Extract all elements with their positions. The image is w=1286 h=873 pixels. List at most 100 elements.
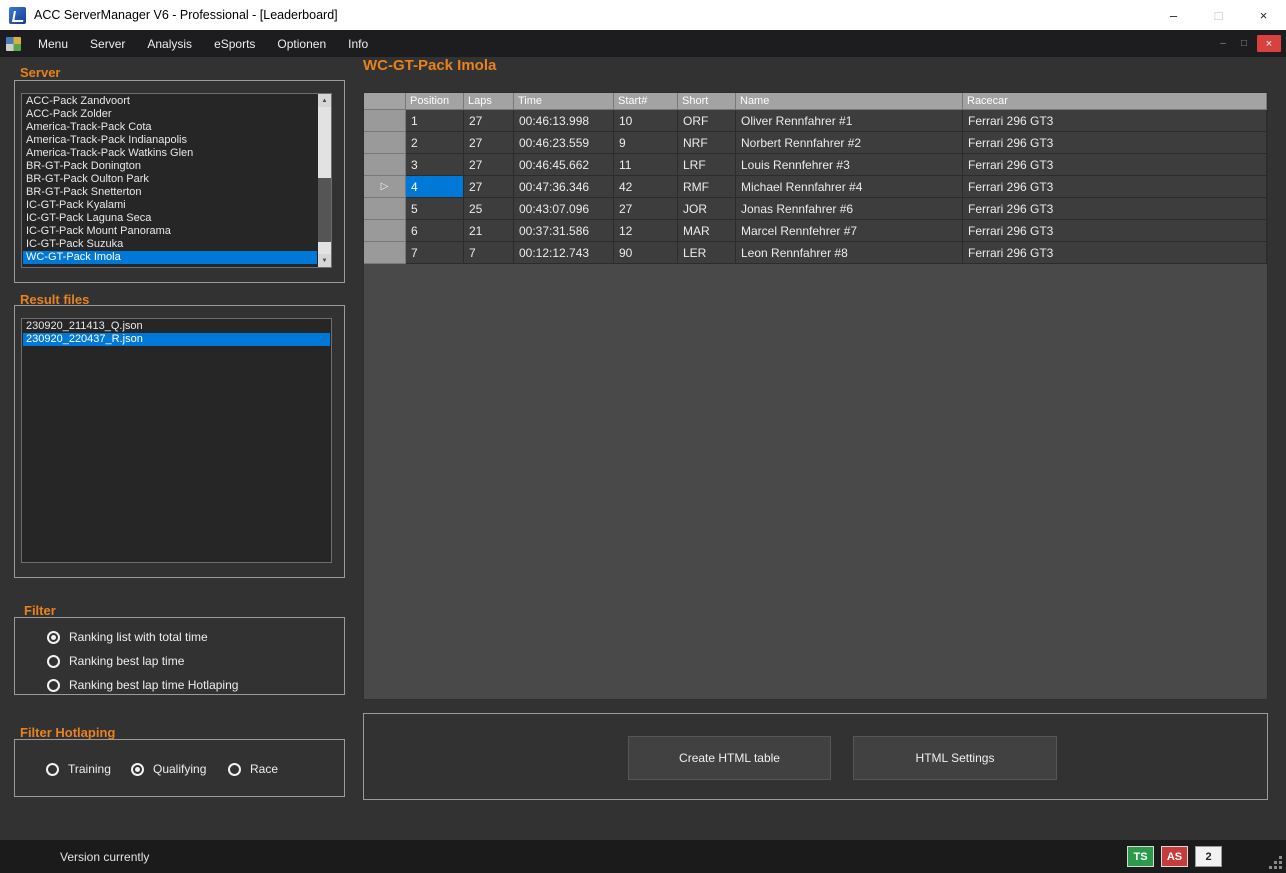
grid-cell[interactable]: LRF xyxy=(678,154,736,176)
html-settings-button[interactable]: HTML Settings xyxy=(853,736,1057,780)
grid-cell[interactable]: Ferrari 296 GT3 xyxy=(963,132,1267,154)
row-header[interactable] xyxy=(364,220,406,242)
server-item-ic-gt-pack-mount-panorama[interactable]: IC-GT-Pack Mount Panorama xyxy=(23,225,317,238)
grid-cell[interactable]: 27 xyxy=(464,176,514,198)
server-list-scrollbar[interactable]: ▲ ▼ xyxy=(318,94,331,267)
grid-cell[interactable]: 90 xyxy=(614,242,678,264)
grid-cell[interactable]: 00:46:13.998 xyxy=(514,110,614,132)
grid-cell[interactable]: 00:12:12.743 xyxy=(514,242,614,264)
grid-cell[interactable]: 6 xyxy=(406,220,464,242)
grid-cell[interactable]: 9 xyxy=(614,132,678,154)
server-item-ic-gt-pack-suzuka[interactable]: IC-GT-Pack Suzuka xyxy=(23,238,317,251)
menu-item-info[interactable]: Info xyxy=(337,30,379,57)
radio-ranking-best-lap-time-hotlaping[interactable]: Ranking best lap time Hotlaping xyxy=(47,675,238,695)
menu-item-analysis[interactable]: Analysis xyxy=(136,30,203,57)
server-item-america-track-pack-indianapolis[interactable]: America-Track-Pack Indianapolis xyxy=(23,134,317,147)
scrollbar-thumb[interactable] xyxy=(318,178,331,243)
grid-cell[interactable]: 4 xyxy=(406,176,464,198)
row-header[interactable] xyxy=(364,154,406,176)
server-item-br-gt-pack-snetterton[interactable]: BR-GT-Pack Snetterton xyxy=(23,186,317,199)
grid-cell[interactable]: 00:37:31.586 xyxy=(514,220,614,242)
grid-cell[interactable]: LER xyxy=(678,242,736,264)
server-item-br-gt-pack-oulton-park[interactable]: BR-GT-Pack Oulton Park xyxy=(23,173,317,186)
grid-cell[interactable]: 25 xyxy=(464,198,514,220)
result-file-230920-220437-r-json[interactable]: 230920_220437_R.json xyxy=(23,333,330,346)
grid-cell[interactable]: Michael Rennfahrer #4 xyxy=(736,176,963,198)
server-item-acc-pack-zandvoort[interactable]: ACC-Pack Zandvoort xyxy=(23,95,317,108)
grid-cell[interactable]: 27 xyxy=(464,110,514,132)
grid-cell[interactable]: 1 xyxy=(406,110,464,132)
menu-item-server[interactable]: Server xyxy=(79,30,136,57)
grid-cell[interactable]: 11 xyxy=(614,154,678,176)
grid-cell[interactable]: Norbert Rennfahrer #2 xyxy=(736,132,963,154)
row-header[interactable] xyxy=(364,110,406,132)
mdi-restore-icon[interactable]: □ xyxy=(1236,38,1252,49)
grid-cell[interactable]: Leon Rennfahrer #8 xyxy=(736,242,963,264)
minimize-button[interactable]: – xyxy=(1151,0,1196,30)
grid-cell[interactable]: RMF xyxy=(678,176,736,198)
grid-cell[interactable]: Ferrari 296 GT3 xyxy=(963,220,1267,242)
column-header-racecar[interactable]: Racecar xyxy=(963,93,1267,110)
row-header[interactable] xyxy=(364,132,406,154)
column-header-short[interactable]: Short xyxy=(678,93,736,110)
grid-cell[interactable]: Jonas Rennfahrer #6 xyxy=(736,198,963,220)
grid-cell[interactable]: Ferrari 296 GT3 xyxy=(963,242,1267,264)
close-button[interactable]: × xyxy=(1241,0,1286,30)
server-item-ic-gt-pack-kyalami[interactable]: IC-GT-Pack Kyalami xyxy=(23,199,317,212)
row-header[interactable] xyxy=(364,198,406,220)
radio-qualifying[interactable]: Qualifying xyxy=(131,759,206,779)
column-header-time[interactable]: Time xyxy=(514,93,614,110)
server-item-america-track-pack-watkins-glen[interactable]: America-Track-Pack Watkins Glen xyxy=(23,147,317,160)
grid-cell[interactable]: MAR xyxy=(678,220,736,242)
grid-cell[interactable]: 42 xyxy=(614,176,678,198)
grid-cell[interactable]: 3 xyxy=(406,154,464,176)
server-item-acc-pack-zolder[interactable]: ACC-Pack Zolder xyxy=(23,108,317,121)
scrollbar-track[interactable] xyxy=(318,107,331,254)
server-item-ic-gt-pack-laguna-seca[interactable]: IC-GT-Pack Laguna Seca xyxy=(23,212,317,225)
grid-cell[interactable]: Louis Rennfehrer #3 xyxy=(736,154,963,176)
radio-ranking-list-with-total-time[interactable]: Ranking list with total time xyxy=(47,627,208,647)
scroll-down-button[interactable]: ▼ xyxy=(318,254,331,267)
grid-cell[interactable]: 21 xyxy=(464,220,514,242)
menu-item-esports[interactable]: eSports xyxy=(203,30,266,57)
grid-cell[interactable]: 10 xyxy=(614,110,678,132)
resize-grip-icon[interactable] xyxy=(1268,855,1282,869)
radio-ranking-best-lap-time[interactable]: Ranking best lap time xyxy=(47,651,184,671)
column-header-name[interactable]: Name xyxy=(736,93,963,110)
radio-race[interactable]: Race xyxy=(228,759,278,779)
grid-cell[interactable]: Ferrari 296 GT3 xyxy=(963,198,1267,220)
grid-cell[interactable]: 00:47:36.346 xyxy=(514,176,614,198)
grid-cell[interactable]: Ferrari 296 GT3 xyxy=(963,154,1267,176)
menu-item-menu[interactable]: Menu xyxy=(27,30,79,57)
grid-cell[interactable]: Ferrari 296 GT3 xyxy=(963,176,1267,198)
grid-cell[interactable]: ORF xyxy=(678,110,736,132)
grid-cell[interactable]: 27 xyxy=(464,154,514,176)
grid-cell[interactable]: 5 xyxy=(406,198,464,220)
server-item-wc-gt-pack-imola[interactable]: WC-GT-Pack Imola xyxy=(23,251,317,264)
status-badge-2[interactable]: 2 xyxy=(1195,846,1222,867)
create-html-table-button[interactable]: Create HTML table xyxy=(628,736,831,780)
row-header[interactable]: ▷ xyxy=(364,176,406,198)
grid-cell[interactable]: 00:43:07.096 xyxy=(514,198,614,220)
status-badge-as[interactable]: AS xyxy=(1161,846,1188,867)
grid-cell[interactable]: 00:46:45.662 xyxy=(514,154,614,176)
server-item-america-track-pack-cota[interactable]: America-Track-Pack Cota xyxy=(23,121,317,134)
scroll-up-button[interactable]: ▲ xyxy=(318,94,331,107)
grid-cell[interactable]: 00:46:23.559 xyxy=(514,132,614,154)
result-file-230920-211413-q-json[interactable]: 230920_211413_Q.json xyxy=(23,320,330,333)
radio-training[interactable]: Training xyxy=(46,759,111,779)
grid-cell[interactable]: 7 xyxy=(406,242,464,264)
column-header-laps[interactable]: Laps xyxy=(464,93,514,110)
grid-cell[interactable]: Oliver Rennfahrer #1 xyxy=(736,110,963,132)
status-badge-ts[interactable]: TS xyxy=(1127,846,1154,867)
column-header-position[interactable]: Position xyxy=(406,93,464,110)
grid-cell[interactable]: 27 xyxy=(464,132,514,154)
mdi-close-button[interactable]: × xyxy=(1257,35,1281,52)
grid-cell[interactable]: JOR xyxy=(678,198,736,220)
server-item-br-gt-pack-donington[interactable]: BR-GT-Pack Donington xyxy=(23,160,317,173)
grid-cell[interactable]: Marcel Rennfehrer #7 xyxy=(736,220,963,242)
grid-cell[interactable]: 7 xyxy=(464,242,514,264)
grid-cell[interactable]: 12 xyxy=(614,220,678,242)
grid-cell[interactable]: Ferrari 296 GT3 xyxy=(963,110,1267,132)
column-header-start[interactable]: Start# xyxy=(614,93,678,110)
